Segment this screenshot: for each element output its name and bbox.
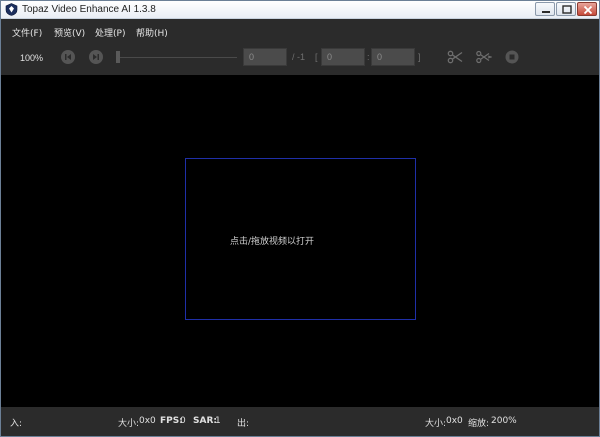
range-bracket-close: ] [418, 52, 421, 62]
window-title: Topaz Video Enhance AI 1.3.8 [22, 4, 156, 15]
input-size-label: 大小: [118, 419, 140, 429]
scissors-icon[interactable] [447, 50, 463, 64]
scale-label: 缩放: [468, 419, 490, 429]
range-bracket-open: [ [315, 52, 318, 62]
range-start-input[interactable]: 0 [321, 48, 365, 66]
close-icon [583, 5, 593, 15]
output-label: 出: [237, 419, 250, 429]
maximize-button[interactable] [556, 2, 576, 16]
minimize-icon [542, 11, 550, 13]
zoom-level: 100% [20, 53, 44, 63]
frame-total: / -1 [292, 52, 306, 62]
video-viewport[interactable]: 点击/拖放视频以打开 [1, 75, 599, 407]
close-button[interactable] [577, 2, 597, 16]
maximize-icon [562, 5, 572, 14]
status-bar: 入: 大小: 0x0 FPS: 0 SAR: 1 出: 大小: 0x0 缩放: … [1, 407, 599, 436]
drop-hint-text: 点击/拖放视频以打开 [230, 237, 315, 247]
sar-value: 1 [215, 416, 221, 426]
frame-input[interactable]: 0 [243, 48, 287, 66]
minimize-button[interactable] [535, 2, 555, 16]
skip-forward-icon [93, 54, 99, 60]
input-size-value: 0x0 [139, 416, 156, 426]
video-drop-zone[interactable]: 点击/拖放视频以打开 [185, 158, 416, 320]
output-size-label: 大小: [425, 419, 447, 429]
output-size-value: 0x0 [446, 416, 463, 426]
menu-preview[interactable]: 预览(V) [54, 26, 85, 39]
range-end-input[interactable]: 0 [371, 48, 415, 66]
range-separator: : [367, 52, 370, 62]
scale-value: 200% [491, 416, 517, 426]
skip-back-icon [65, 54, 71, 60]
toolbar: 100% 0 / -1 [ 0 : 0 ] [1, 42, 599, 75]
topaz-logo-icon [5, 3, 18, 16]
split-cut-icon[interactable] [476, 50, 492, 64]
title-bar[interactable]: Topaz Video Enhance AI 1.3.8 [1, 1, 599, 19]
sar-label: SAR: [193, 416, 217, 426]
app-window: Topaz Video Enhance AI 1.3.8 文件(F) 预览(V)… [0, 0, 600, 437]
menu-bar: 文件(F) 预览(V) 处理(P) 帮助(H) [1, 20, 599, 42]
timeline-slider-track[interactable] [117, 57, 237, 58]
timeline-slider-handle[interactable] [116, 51, 120, 63]
skip-to-start-button[interactable] [61, 50, 75, 64]
skip-to-end-button[interactable] [89, 50, 103, 64]
menu-file[interactable]: 文件(F) [12, 26, 42, 39]
input-label: 入: [10, 419, 23, 429]
stop-icon[interactable] [505, 50, 519, 64]
fps-value: 0 [180, 416, 186, 426]
menu-process[interactable]: 处理(P) [95, 26, 125, 39]
menu-help[interactable]: 帮助(H) [136, 26, 168, 39]
